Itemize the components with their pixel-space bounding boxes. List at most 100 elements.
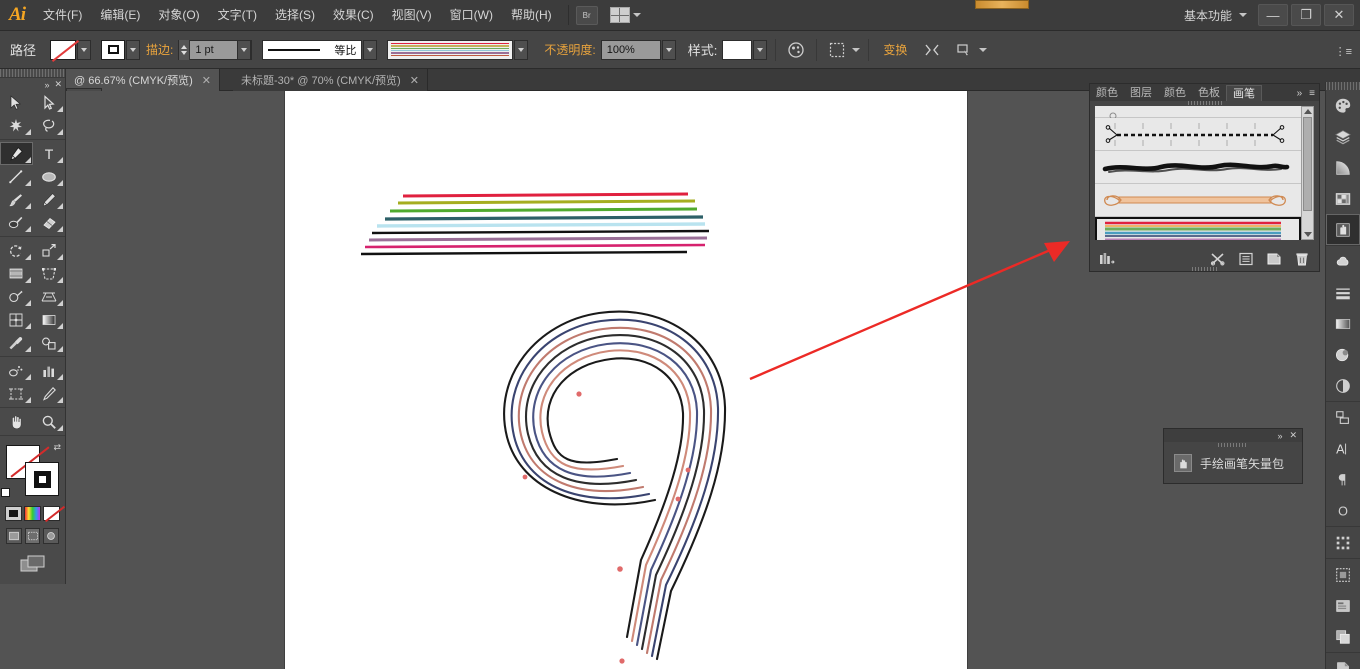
align-chevron-down-icon[interactable]	[852, 47, 861, 52]
doc-tab-2[interactable]: 未标题-30* @ 70% (CMYK/预览) ✕	[233, 69, 428, 91]
brush-libraries-button[interactable]	[1095, 250, 1119, 268]
default-fill-stroke-icon[interactable]	[1, 486, 10, 500]
scale-tool[interactable]	[33, 239, 66, 262]
vector-pack-thumbnail-icon[interactable]	[1174, 454, 1192, 472]
rail-brushes-icon[interactable]	[1326, 214, 1360, 245]
free-transform-tool[interactable]	[33, 262, 66, 285]
isolate-selected-object-icon[interactable]	[920, 39, 944, 61]
stroke-weight-stepper[interactable]	[179, 39, 191, 60]
brush-definition-dropdown[interactable]	[514, 39, 529, 60]
graphic-style-swatch[interactable]	[722, 39, 753, 60]
graphic-style-control[interactable]	[722, 39, 768, 60]
none-button[interactable]	[43, 506, 60, 521]
column-graph-tool[interactable]	[33, 359, 66, 382]
shape-builder-tool[interactable]	[0, 285, 33, 308]
tools-panel-grip[interactable]	[0, 69, 65, 78]
minimize-button[interactable]: —	[1258, 4, 1288, 26]
menu-window[interactable]: 窗口(W)	[441, 0, 502, 31]
doc-tab-2-close-icon[interactable]: ✕	[410, 74, 419, 87]
brush-row-ribbon[interactable]	[1095, 184, 1301, 217]
rail-layers-icon[interactable]	[1326, 121, 1360, 152]
direct-selection-tool[interactable]	[33, 91, 66, 114]
panel-tab-color[interactable]: 颜色	[1090, 85, 1124, 101]
opacity-dropdown[interactable]	[661, 39, 676, 60]
rail-transform-icon[interactable]	[1326, 527, 1360, 558]
symbol-sprayer-tool[interactable]	[0, 359, 33, 382]
brush-definition-field[interactable]	[387, 39, 514, 60]
graphic-style-dropdown[interactable]	[753, 39, 768, 60]
ellipse-tool[interactable]	[33, 165, 66, 188]
width-tool[interactable]	[0, 262, 33, 285]
zoom-tool[interactable]	[33, 410, 66, 433]
rail-gradient2-icon[interactable]	[1326, 308, 1360, 339]
pencil-tool[interactable]	[33, 188, 66, 211]
rail-paragraph-icon[interactable]	[1326, 464, 1360, 495]
brush-row-partial[interactable]	[1095, 106, 1301, 118]
new-brush-button[interactable]	[1262, 250, 1286, 268]
brush-list[interactable]	[1095, 106, 1301, 240]
stroke-color-swatch[interactable]	[25, 462, 59, 496]
panel-tab-brushes[interactable]: 画笔	[1226, 85, 1262, 101]
selection-tool[interactable]	[0, 91, 33, 114]
stroke-weight-value[interactable]: 1 pt	[190, 44, 236, 56]
panel-tab-swatches[interactable]: 色板	[1192, 85, 1226, 101]
menu-effect[interactable]: 效果(C)	[324, 0, 383, 31]
lasso-tool[interactable]	[33, 114, 66, 137]
align-icon[interactable]	[825, 39, 849, 61]
workspace-switcher-label[interactable]: 基本功能	[1184, 7, 1232, 24]
control-bar-overflow-icon[interactable]: ⋮≡	[1335, 45, 1352, 58]
blob-brush-tool[interactable]	[0, 211, 33, 234]
gradient-tool[interactable]	[33, 308, 66, 331]
scroll-up-icon[interactable]	[1304, 109, 1312, 114]
drawing-mode-inside-icon[interactable]	[43, 528, 60, 544]
stroke-weight-label[interactable]: 描边:	[146, 41, 173, 58]
eraser-tool[interactable]	[33, 211, 66, 234]
stroke-swatch[interactable]	[101, 39, 126, 60]
perspective-grid-tool[interactable]	[33, 285, 66, 308]
stroke-dropdown-button[interactable]	[126, 39, 141, 60]
vector-pack-close-icon[interactable]: ✕	[1289, 430, 1297, 441]
width-profile-dropdown[interactable]	[363, 39, 378, 60]
rotate-tool[interactable]	[0, 239, 33, 262]
menu-file[interactable]: 文件(F)	[34, 0, 91, 31]
menu-edit[interactable]: 编辑(E)	[91, 0, 149, 31]
brush-options-button[interactable]	[1234, 250, 1258, 268]
document-setup-icon[interactable]	[952, 39, 976, 61]
bridge-icon[interactable]: Br	[575, 5, 598, 25]
stroke-weight-field[interactable]: 1 pt	[178, 39, 253, 60]
brush-row-rainbow-stripes[interactable]	[1095, 217, 1301, 240]
screen-mode-switch[interactable]	[0, 549, 65, 573]
tools-panel-collapse-icon[interactable]: »	[44, 80, 49, 90]
panel-menu-icon[interactable]: ≡	[1309, 88, 1315, 99]
rail-stroke-icon[interactable]	[1326, 277, 1360, 308]
rail-artboards-icon[interactable]	[1326, 590, 1360, 621]
opacity-control[interactable]: 100%	[600, 39, 676, 60]
arrange-documents-button[interactable]	[609, 7, 641, 23]
brush-row-dashed-scissors[interactable]	[1095, 118, 1301, 151]
opacity-label[interactable]: 不透明度:	[544, 41, 595, 58]
panel-tab-layers[interactable]: 图层	[1124, 85, 1158, 101]
artboard-tool[interactable]	[0, 382, 33, 405]
rail-symbols-icon[interactable]	[1326, 246, 1360, 277]
close-button[interactable]: ✕	[1324, 4, 1354, 26]
stroke-color-control[interactable]	[101, 39, 141, 60]
menu-type[interactable]: 文字(T)	[209, 0, 266, 31]
doc-tab-1-close-icon[interactable]: ✕	[202, 74, 211, 87]
brush-row-charcoal[interactable]	[1095, 151, 1301, 184]
restore-button[interactable]: ❐	[1291, 4, 1321, 26]
brushes-panel-resize-grip[interactable]	[1191, 267, 1218, 271]
blend-tool[interactable]	[33, 331, 66, 354]
stroke-weight-dropdown[interactable]	[237, 39, 252, 60]
remove-brush-stroke-button[interactable]	[1206, 250, 1230, 268]
gradient-button[interactable]	[24, 506, 41, 521]
fill-swatch[interactable]	[50, 39, 77, 60]
menu-object[interactable]: 对象(O)	[149, 0, 208, 31]
tools-panel-close-icon[interactable]: ✕	[54, 79, 62, 90]
paintbrush-tool[interactable]	[0, 188, 33, 211]
rail-character-icon[interactable]: A	[1326, 433, 1360, 464]
drawing-mode-normal-icon[interactable]	[6, 528, 22, 544]
brush-list-scrollbar[interactable]	[1301, 106, 1314, 240]
magic-wand-tool[interactable]	[0, 114, 33, 137]
brushes-panel-grip[interactable]	[1187, 101, 1222, 105]
rail-links-icon[interactable]	[1326, 621, 1360, 652]
